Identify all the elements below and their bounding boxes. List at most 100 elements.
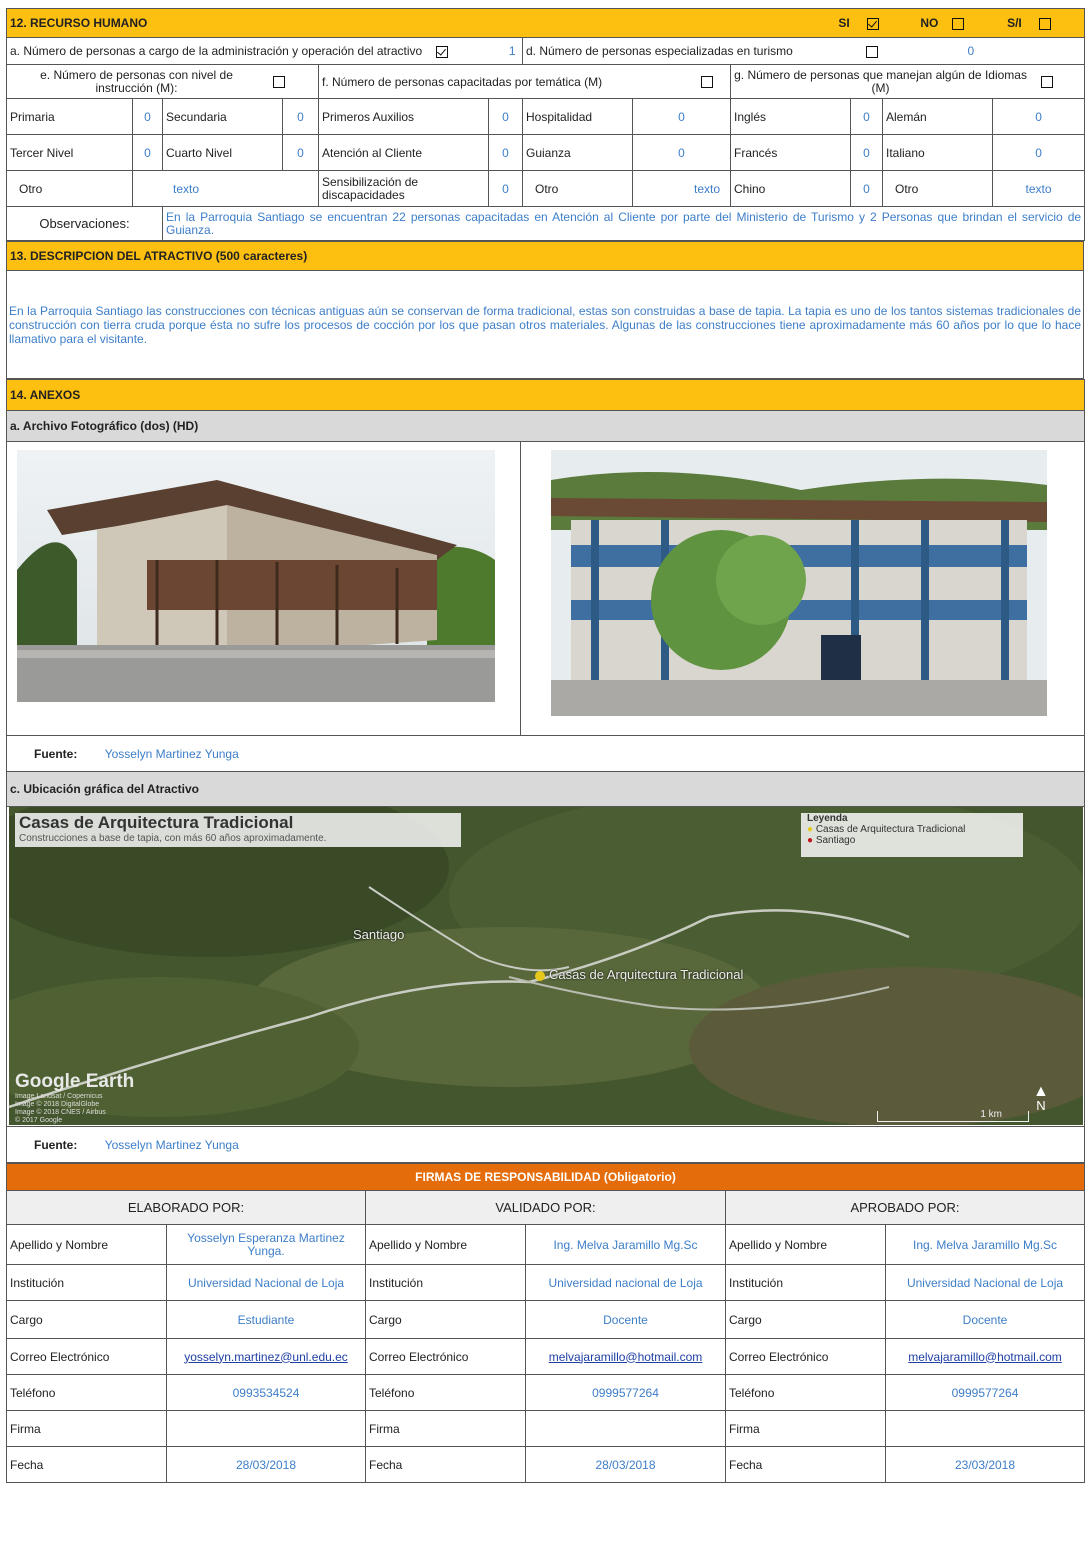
nombre-label: Apellido y Nombre — [365, 1224, 526, 1265]
photo-adobe-house-1 — [17, 450, 495, 702]
si-checkbox[interactable] — [867, 17, 880, 30]
firma-value — [166, 1410, 366, 1447]
red-dot-icon: ● — [807, 835, 814, 846]
field-e-checkbox[interactable] — [273, 75, 285, 88]
institucion-label: Institución — [6, 1264, 167, 1301]
observaciones-label: Observaciones: — [6, 206, 163, 241]
firma-label: Firma — [725, 1410, 886, 1447]
map-section-title: c. Ubicación gráfica del Atractivo — [6, 771, 1085, 807]
map-scale-bar: 1 km — [877, 1109, 1029, 1122]
legend-title: Leyenda — [807, 813, 848, 824]
scale-label: 1 km — [980, 1109, 1002, 1120]
fecha-value: 23/03/2018 — [884, 1446, 1086, 1483]
cell-value: 0 — [282, 134, 319, 171]
sensibilizacion-label: Sensibilización de discapacidades — [318, 170, 489, 207]
cargo-label: Cargo — [725, 1300, 886, 1339]
instruction-row-1: Primaria 0 Secundaria 0 Primeros Auxilio… — [6, 98, 1086, 135]
map-title-box: Casas de Arquitectura Tradicional Constr… — [15, 813, 461, 847]
no-checkbox[interactable] — [951, 17, 964, 30]
correo-label: Correo Electrónico — [725, 1338, 886, 1375]
field-d-value: 0 — [967, 44, 975, 58]
cell-label: Guianza — [522, 134, 633, 171]
observaciones-row: Observaciones: En la Parroquia Santiago … — [6, 206, 1086, 241]
cell-value: 0 — [488, 134, 523, 171]
firma-label: Firma — [365, 1410, 526, 1447]
institucion-value: Universidad Nacional de Loja — [166, 1264, 366, 1301]
map-subheading: Construcciones a base de tapia, con más … — [19, 833, 327, 844]
yellow-marker-icon: ● — [807, 824, 814, 835]
map-legend: Leyenda ● Casas de Arquitectura Tradicio… — [801, 813, 1023, 857]
firmas-header: FIRMAS DE RESPONSABILIDAD (Obligatorio) — [5, 1163, 1086, 1191]
cell-value: 0 — [132, 134, 163, 171]
institucion-label: Institución — [365, 1264, 526, 1301]
no-label: NO — [920, 16, 939, 30]
otro-row: Otro texto Sensibilización de discapacid… — [6, 170, 1086, 207]
cell-value: 0 — [132, 98, 163, 135]
firma-label: Firma — [6, 1410, 167, 1447]
section-12-title: 12. RECURSO HUMANO — [10, 16, 148, 30]
legend-item-2: Santiago — [815, 835, 856, 846]
otro-label: Otro — [882, 170, 993, 207]
field-f-checkbox[interactable] — [701, 75, 713, 88]
email-link[interactable]: melvajaramillo@hotmail.com — [908, 1350, 1062, 1364]
field-a-checkbox[interactable] — [435, 45, 448, 58]
field-g-checkbox[interactable] — [1041, 75, 1054, 88]
map-cell: Casas de Arquitectura Tradicional Constr… — [6, 806, 1085, 1127]
field-d: d. Número de personas especializadas en … — [521, 37, 1086, 65]
si-label: SI — [838, 16, 850, 30]
cell-value: 0 — [632, 98, 731, 135]
field-d-label: d. Número de personas especializadas en … — [526, 44, 793, 58]
observaciones-text: En la Parroquia Santiago se encuentran 2… — [161, 206, 1086, 241]
credit-line: Image © 2018 CNES / Airbus — [15, 1109, 106, 1116]
otro-label: Otro — [522, 170, 633, 207]
fecha-label: Fecha — [6, 1446, 167, 1483]
cell-label: Atención al Cliente — [318, 134, 489, 171]
institucion-label: Institución — [725, 1264, 886, 1301]
field-a-value: 1 — [508, 44, 516, 58]
institucion-value: Universidad nacional de Loja — [525, 1264, 726, 1301]
si-ni-checkbox[interactable] — [1039, 17, 1052, 30]
firma-value — [525, 1410, 726, 1447]
elaborado-header: ELABORADO POR: — [6, 1190, 366, 1225]
fuente-label: Fuente: — [34, 746, 78, 761]
fuente-row-2: Fuente: Yosselyn Martinez Yunga — [6, 1126, 1085, 1163]
photo-section-title: a. Archivo Fotográfico (dos) (HD) — [6, 410, 1085, 442]
otro-value: texto — [991, 170, 1086, 207]
photo-2-cell — [520, 441, 1085, 736]
credit-line: Image © 2018 DigitalGlobe — [15, 1101, 100, 1108]
section-13-header: 13. DESCRIPCION DEL ATRACTIVO (500 carac… — [6, 241, 1084, 271]
otro-label: Otro — [6, 170, 133, 207]
photo-adobe-house-2 — [551, 450, 1047, 716]
telefono-label: Teléfono — [725, 1374, 886, 1411]
telefono-value: 0999577264 — [525, 1374, 726, 1411]
cell-value: 0 — [850, 134, 883, 171]
map-credits: Image Landsat / Copernicus Image © 2018 … — [15, 1093, 106, 1125]
fecha-value: 28/03/2018 — [166, 1446, 366, 1483]
legend-item-1: Casas de Arquitectura Tradicional — [815, 824, 966, 835]
aprobado-header: APROBADO POR: — [724, 1190, 1086, 1225]
field-d-checkbox[interactable] — [866, 45, 879, 58]
fecha-value: 28/03/2018 — [525, 1446, 726, 1483]
si-ni-label: S/I — [1007, 16, 1022, 30]
telefono-label: Teléfono — [365, 1374, 526, 1411]
cell-value: 0 — [488, 98, 523, 135]
sensibilizacion-value: 0 — [488, 170, 523, 207]
cell-label: Alemán — [882, 98, 993, 135]
cell-label: Francés — [730, 134, 851, 171]
map-marker-icon — [535, 971, 545, 981]
nombre-value: Ing. Melva Jaramillo Mg.Sc — [884, 1224, 1086, 1265]
email-link[interactable]: melvajaramillo@hotmail.com — [549, 1350, 703, 1364]
firma-value — [884, 1410, 1086, 1447]
cell-label: Italiano — [882, 134, 993, 171]
google-earth-logo: Google Earth — [15, 1071, 135, 1092]
cargo-value: Docente — [525, 1300, 726, 1339]
email-link[interactable]: yosselyn.martinez@unl.edu.ec — [184, 1350, 348, 1364]
cell-value: 0 — [850, 98, 883, 135]
chino-value: 0 — [850, 170, 883, 207]
cell-label: Tercer Nivel — [6, 134, 133, 171]
nombre-label: Apellido y Nombre — [725, 1224, 886, 1265]
map-heading: Casas de Arquitectura Tradicional — [19, 813, 294, 832]
cell-label: Cuarto Nivel — [162, 134, 283, 171]
fuente-value: Yosselyn Martinez Yunga — [104, 746, 239, 761]
place-label-santiago: Santiago — [353, 927, 405, 942]
